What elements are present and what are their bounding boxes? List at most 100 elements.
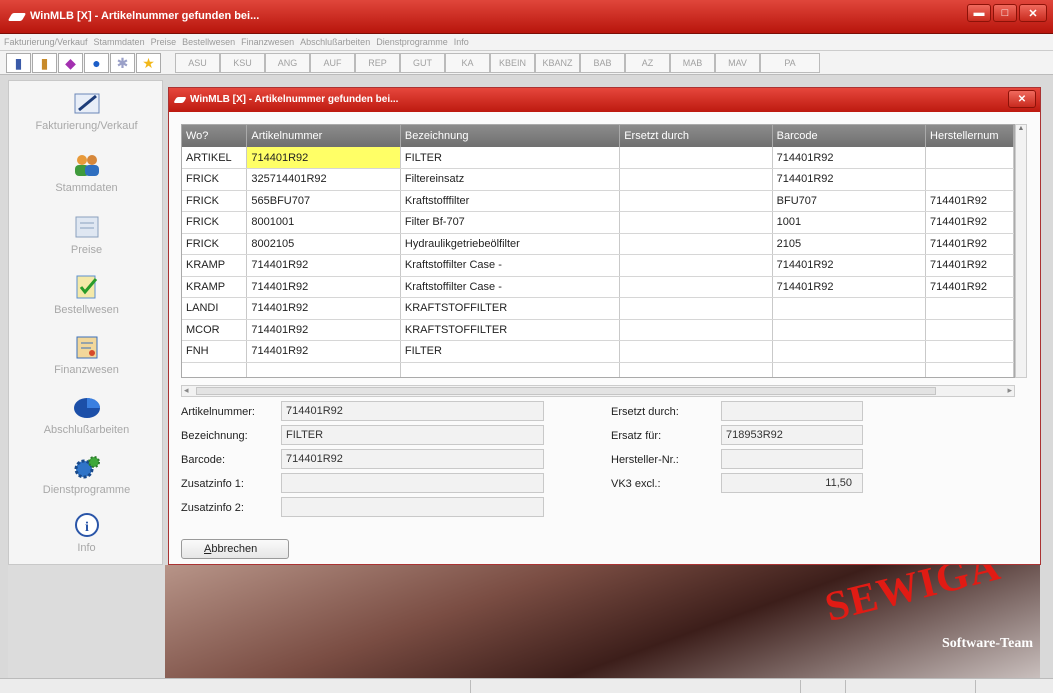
results-table[interactable]: Wo? Artikelnummer Bezeichnung Ersetzt du… bbox=[181, 124, 1015, 378]
sidebar-item-preise[interactable]: Preise bbox=[9, 213, 164, 256]
table-row[interactable]: MCOR 714401R92 KRAFTSTOFFILTER bbox=[182, 319, 1014, 341]
users-icon bbox=[71, 151, 103, 179]
sidebar-item-stammdaten[interactable]: Stammdaten bbox=[9, 151, 164, 194]
artikelnummer-field: 714401R92 bbox=[281, 401, 544, 421]
bezeichnung-label: Bezeichnung: bbox=[181, 430, 248, 442]
maximize-button[interactable]: □ bbox=[993, 4, 1017, 22]
ersatz-fuer-label: Ersatz für: bbox=[611, 430, 662, 442]
table-row[interactable]: KRAMP 714401R92 Kraftstoffilter Case -7144… bbox=[182, 254, 1014, 277]
hersteller-nr-label: Hersteller-Nr.: bbox=[611, 454, 679, 466]
menu-item-abschlussarbeiten[interactable]: Abschlußarbeiten bbox=[300, 37, 370, 47]
cancel-button[interactable]: Abbrechen bbox=[181, 539, 289, 559]
close-window-button[interactable]: ✕ bbox=[1019, 4, 1047, 22]
zusatzinfo2-field bbox=[281, 497, 544, 517]
scroll-up-icon[interactable]: ▲ bbox=[1016, 125, 1026, 132]
menu-item-preise[interactable]: Preise bbox=[151, 37, 177, 47]
minimize-button[interactable]: ▬ bbox=[967, 4, 991, 22]
ersatz-fuer-field: 718953R92 bbox=[721, 425, 863, 445]
scroll-right-icon[interactable]: ▸ bbox=[1007, 385, 1012, 396]
app-logo-icon bbox=[7, 13, 27, 21]
tools-icon[interactable]: ✱ bbox=[110, 53, 135, 73]
sidebar-item-fakturierung[interactable]: Fakturierung/Verkauf bbox=[9, 89, 164, 132]
search-result-dialog: WinMLB [X] - Artikelnummer gefunden bei.… bbox=[168, 87, 1041, 565]
barcode-label: Barcode: bbox=[181, 454, 226, 466]
column-header-bezeichnung[interactable]: Bezeichnung bbox=[400, 125, 621, 147]
bottle-icon[interactable]: ▮ bbox=[32, 53, 57, 73]
sidebar-item-bestellwesen[interactable]: Bestellwesen bbox=[9, 273, 164, 316]
table-row[interactable]: ARTIKEL 714401R92 FILTER 714401R92 bbox=[182, 147, 1014, 169]
svg-text:i: i bbox=[85, 520, 89, 535]
toolbar-button-asu[interactable]: ASU bbox=[175, 53, 220, 73]
toolbar-button-mav[interactable]: MAV bbox=[715, 53, 760, 73]
toolbar-button-auf[interactable]: AUF bbox=[310, 53, 355, 73]
table-row[interactable]: FNH 714401R92 FILTER bbox=[182, 340, 1014, 363]
barcode-field: 714401R92 bbox=[281, 449, 544, 469]
menu-item-dienstprogramme[interactable]: Dienstprogramme bbox=[376, 37, 448, 47]
toolbar-button-az[interactable]: AZ bbox=[625, 53, 670, 73]
notes-icon bbox=[71, 333, 103, 361]
ersetzt-durch-label: Ersetzt durch: bbox=[611, 406, 679, 418]
column-header-barcode[interactable]: Barcode bbox=[772, 125, 927, 147]
scrollbar-thumb[interactable] bbox=[196, 387, 936, 395]
pricelist-icon bbox=[71, 213, 103, 241]
column-header-artikelnummer[interactable]: Artikelnummer bbox=[246, 125, 401, 147]
brand-logo: SEWIGA Software-Team bbox=[820, 543, 1033, 651]
checklist-icon bbox=[71, 273, 103, 301]
table-row[interactable]: LANDI 714401R92 KRAFTSTOFFILTER bbox=[182, 297, 1014, 320]
sidebar-item-info[interactable]: i Info bbox=[9, 511, 164, 554]
sidebar-item-dienstprogramme[interactable]: Dienstprogramme bbox=[9, 453, 164, 496]
menu-item-info[interactable]: Info bbox=[454, 37, 469, 47]
dialog-title: WinMLB [X] - Artikelnummer gefunden bei.… bbox=[190, 94, 399, 105]
toolbar-button-ksu[interactable]: KSU bbox=[220, 53, 265, 73]
toolbar-button-kbanz[interactable]: KBANZ bbox=[535, 53, 580, 73]
dialog-titlebar: WinMLB [X] - Artikelnummer gefunden bei.… bbox=[169, 88, 1040, 112]
pie-icon bbox=[71, 393, 103, 421]
menu-item-finanzwesen[interactable]: Finanzwesen bbox=[241, 37, 294, 47]
scroll-left-icon[interactable]: ◂ bbox=[184, 385, 189, 396]
toolbar-button-ka[interactable]: KA bbox=[445, 53, 490, 73]
artikelnummer-label: Artikelnummer: bbox=[181, 406, 255, 418]
dialog-close-button[interactable]: ✕ bbox=[1008, 90, 1036, 108]
table-header-row: Wo? Artikelnummer Bezeichnung Ersetzt du… bbox=[182, 125, 1014, 147]
toolbar-button-pa[interactable]: PA bbox=[760, 53, 820, 73]
info-icon: i bbox=[71, 511, 103, 539]
sidebar-item-abschlussarbeiten[interactable]: Abschlußarbeiten bbox=[9, 393, 164, 436]
table-row[interactable]: FRICK 325714401R92 Filtereinsatz 714401R92 bbox=[182, 168, 1014, 191]
zusatzinfo1-label: Zusatzinfo 1: bbox=[181, 478, 244, 490]
diamond-icon[interactable]: ◆ bbox=[58, 53, 83, 73]
horizontal-scrollbar[interactable]: ◂ ▸ bbox=[181, 385, 1015, 397]
status-bar bbox=[0, 678, 1053, 693]
toolbar-button-gut[interactable]: GUT bbox=[400, 53, 445, 73]
table-row[interactable]: FRICK 8001001 Filter Bf-707 1001 714401R92 bbox=[182, 211, 1014, 234]
sidebar-item-finanzwesen[interactable]: Finanzwesen bbox=[9, 333, 164, 376]
vertical-scrollbar[interactable]: ▲ bbox=[1015, 124, 1027, 378]
menu-item-fakturierung[interactable]: Fakturierung/Verkauf bbox=[4, 37, 88, 47]
toolbar-button-rep[interactable]: REP bbox=[355, 53, 400, 73]
menu-bar: Fakturierung/Verkauf Stammdaten Preise B… bbox=[0, 34, 1053, 51]
star-icon[interactable]: ★ bbox=[136, 53, 161, 73]
toolbar-button-kbein[interactable]: KBEIN bbox=[490, 53, 535, 73]
zusatzinfo1-field bbox=[281, 473, 544, 493]
sidebar-footer bbox=[8, 565, 165, 678]
book-icon[interactable]: ▮ bbox=[6, 53, 31, 73]
sidebar: Fakturierung/Verkauf Stammdaten Preise B… bbox=[8, 80, 163, 565]
table-row[interactable]: FRICK 565BFU707 Kraftstofffilter BFU707 7144… bbox=[182, 190, 1014, 212]
table-row[interactable]: KRAMP 714401R92 Kraftstoffilter Case -7144… bbox=[182, 276, 1014, 298]
vk3-field: 11,50 bbox=[721, 473, 863, 493]
pen-icon bbox=[71, 89, 103, 117]
window-titlebar: WinMLB [X] - Artikelnummer gefunden bei.… bbox=[0, 0, 1053, 34]
toolbar-button-bab[interactable]: BAB bbox=[580, 53, 625, 73]
hersteller-nr-field bbox=[721, 449, 863, 469]
toolbar-button-mab[interactable]: MAB bbox=[670, 53, 715, 73]
menu-item-stammdaten[interactable]: Stammdaten bbox=[94, 37, 145, 47]
column-header-wo[interactable]: Wo? bbox=[182, 125, 248, 147]
vk3-label: VK3 excl.: bbox=[611, 478, 661, 490]
toolbar-button-ang[interactable]: ANG bbox=[265, 53, 310, 73]
menu-item-bestellwesen[interactable]: Bestellwesen bbox=[182, 37, 235, 47]
column-header-herstellernummer[interactable]: Herstellernum bbox=[925, 125, 1014, 147]
table-row[interactable] bbox=[182, 362, 1014, 377]
column-header-ersetzt-durch[interactable]: Ersetzt durch bbox=[619, 125, 773, 147]
info-icon[interactable]: ● bbox=[84, 53, 109, 73]
window-title: WinMLB [X] - Artikelnummer gefunden bei.… bbox=[30, 10, 260, 22]
table-row[interactable]: FRICK 8002105 Hydraulikgetriebeölfilter 210… bbox=[182, 233, 1014, 255]
